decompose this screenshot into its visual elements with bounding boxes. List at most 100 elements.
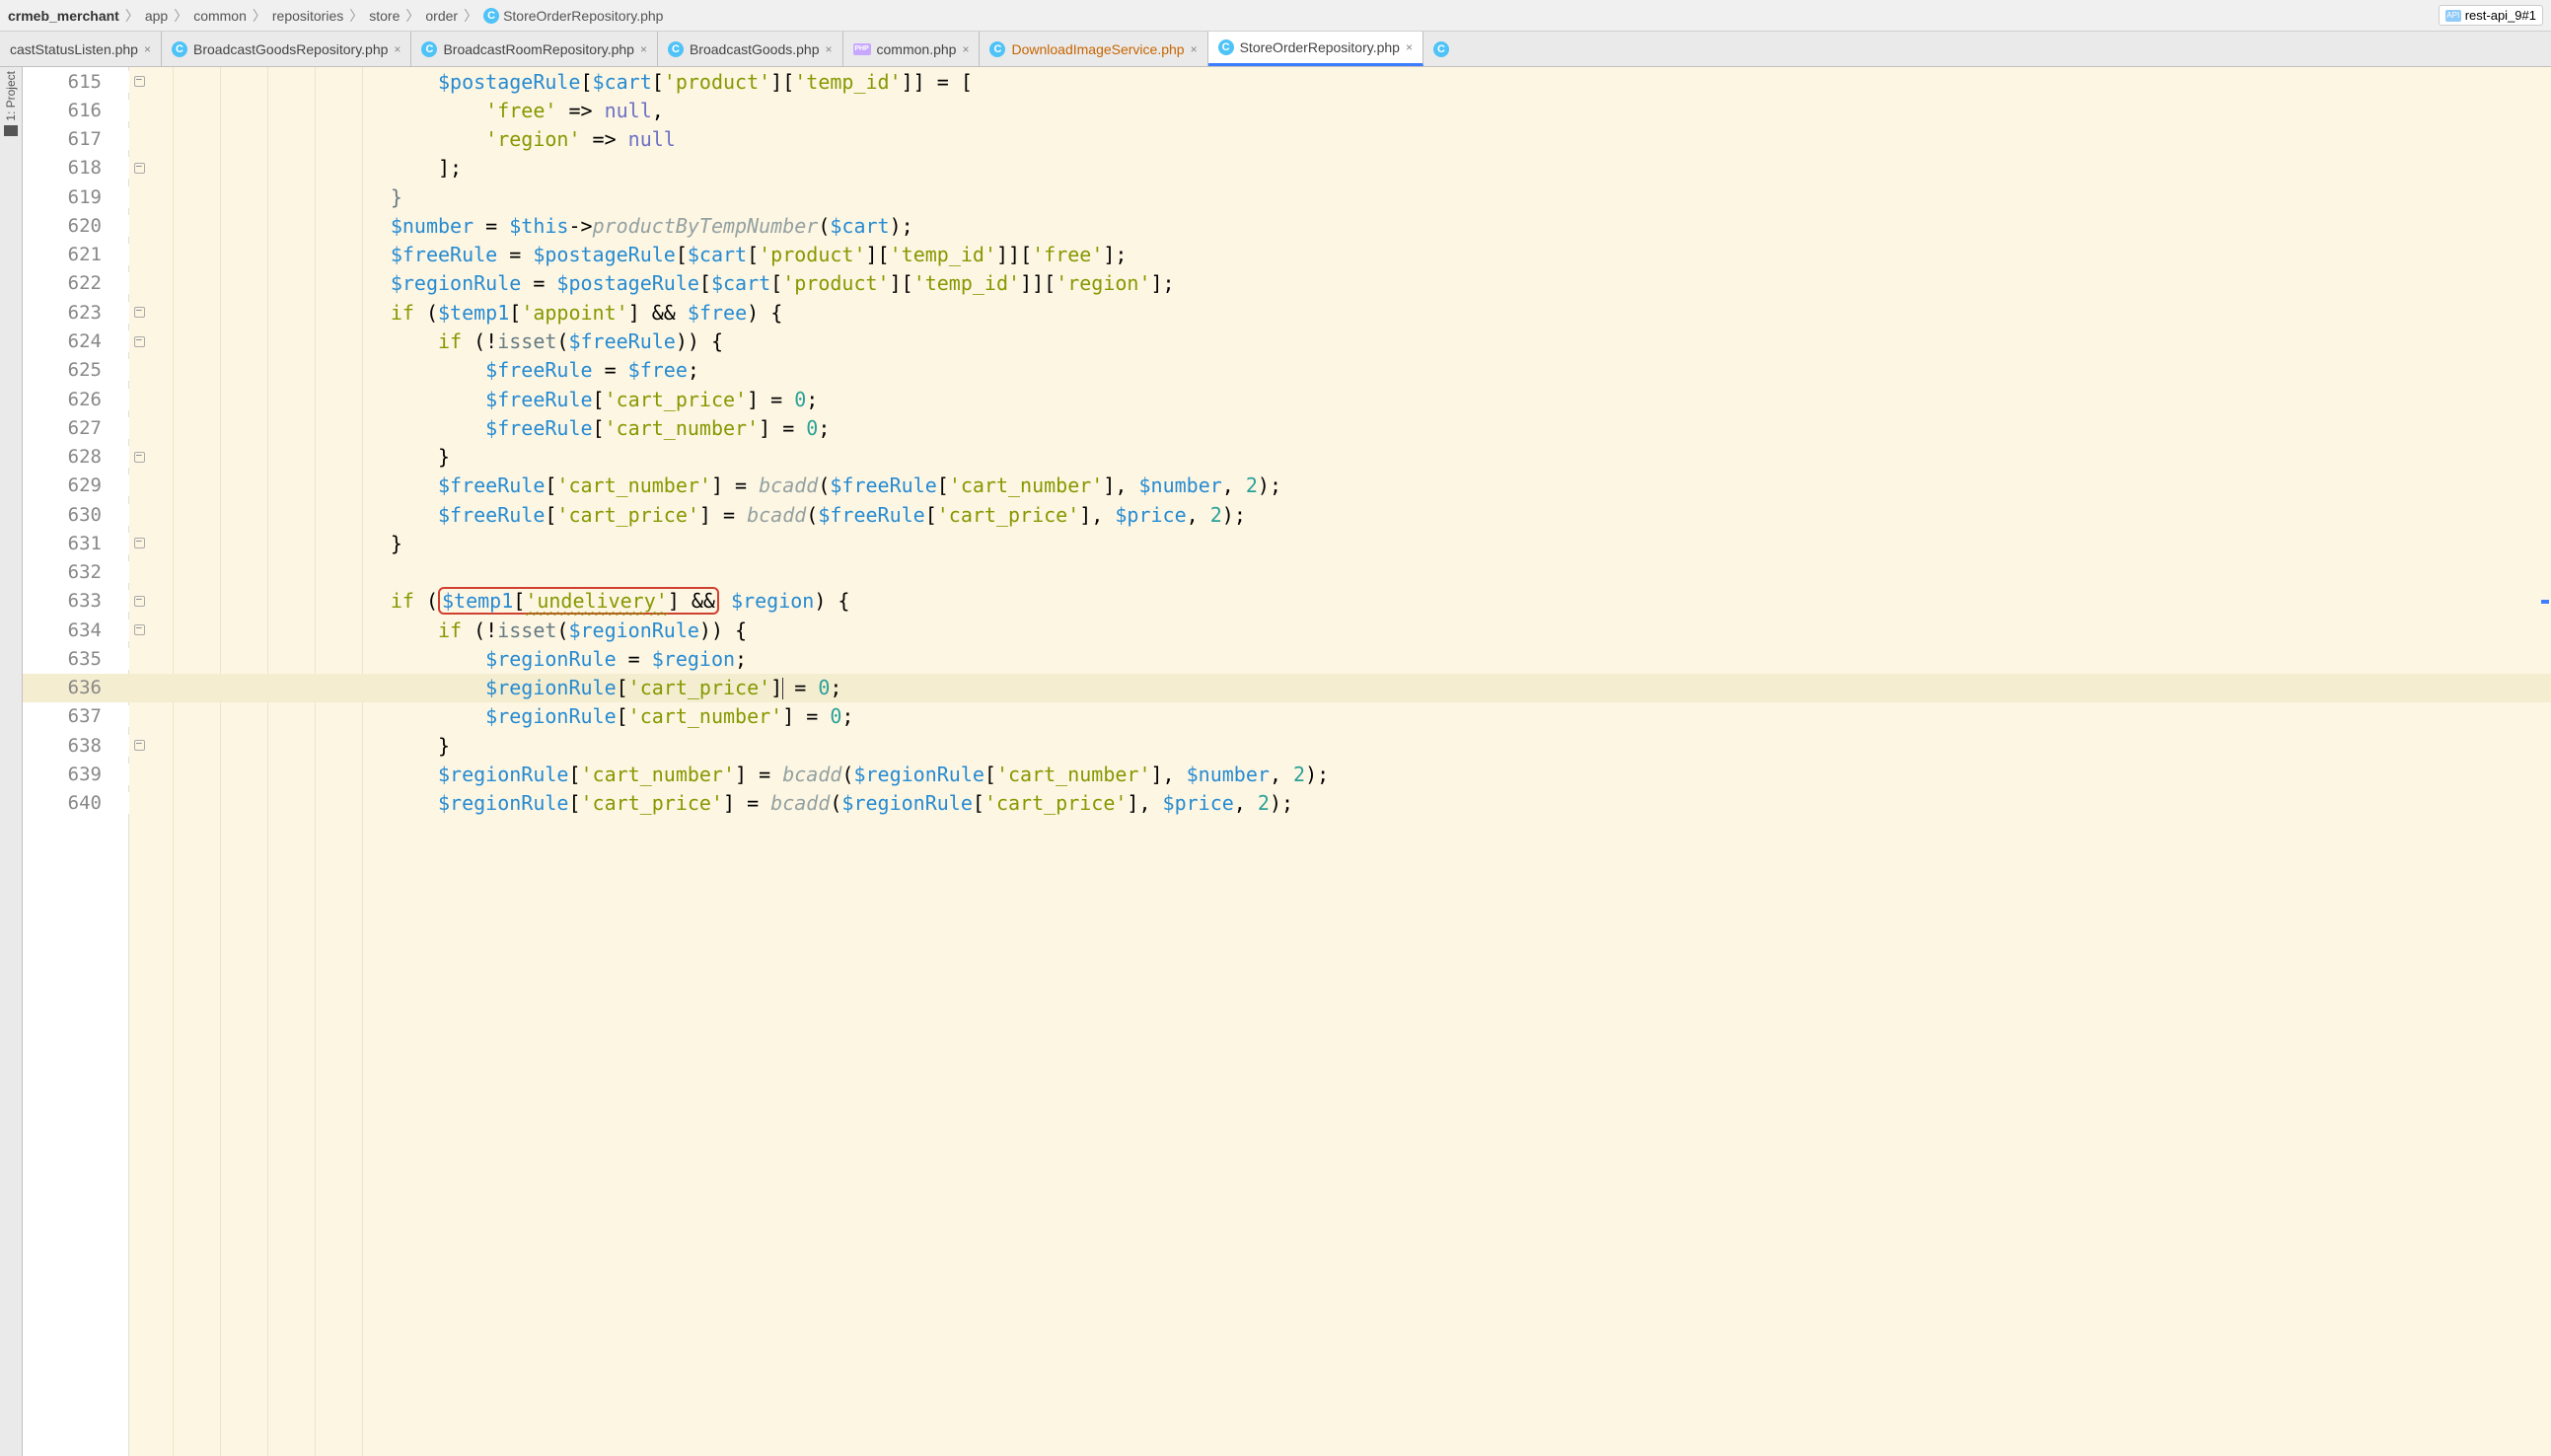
code-text[interactable]: if (!isset($freeRule)) { — [149, 329, 723, 353]
line-number[interactable]: 637 — [23, 705, 129, 727]
line-number[interactable]: 629 — [23, 474, 129, 496]
fold-gutter[interactable] — [129, 624, 149, 635]
fold-toggle-icon[interactable] — [134, 76, 145, 87]
code-text[interactable]: $regionRule = $region; — [149, 647, 747, 671]
code-line[interactable]: 617 'region' => null — [23, 125, 2551, 154]
code-text[interactable]: 'region' => null — [149, 127, 676, 151]
fold-gutter[interactable] — [129, 538, 149, 548]
close-icon[interactable]: × — [394, 42, 401, 56]
fold-toggle-icon[interactable] — [134, 596, 145, 607]
code-text[interactable]: if ($temp1['appoint'] && $free) { — [149, 301, 782, 325]
fold-toggle-icon[interactable] — [134, 624, 145, 635]
code-text[interactable]: $regionRule['cart_price'] = bcadd($regio… — [149, 791, 1293, 815]
code-text[interactable]: $freeRule['cart_price'] = bcadd($freeRul… — [149, 503, 1246, 527]
close-icon[interactable]: × — [640, 42, 647, 56]
editor-tab[interactable]: CBroadcastGoods.php× — [658, 32, 843, 66]
editor-tab[interactable]: CBroadcastGoodsRepository.php× — [162, 32, 411, 66]
code-text[interactable]: } — [149, 734, 450, 758]
code-line[interactable]: 635 $regionRule = $region; — [23, 644, 2551, 673]
crumb-file[interactable]: C StoreOrderRepository.php — [483, 8, 663, 24]
close-icon[interactable]: × — [962, 42, 969, 56]
close-icon[interactable]: × — [1191, 42, 1198, 56]
crumb[interactable]: common — [193, 8, 247, 24]
code-line[interactable]: 637 $regionRule['cart_number'] = 0; — [23, 702, 2551, 731]
fold-toggle-icon[interactable] — [134, 452, 145, 463]
code-text[interactable]: } — [149, 185, 402, 209]
editor-tab[interactable]: CStoreOrderRepository.php× — [1208, 32, 1423, 66]
code-lines[interactable]: 615 $postageRule[$cart['product']['temp_… — [23, 67, 2551, 818]
code-text[interactable]: } — [149, 445, 450, 469]
code-line[interactable]: 628 } — [23, 442, 2551, 471]
line-number[interactable]: 639 — [23, 764, 129, 785]
code-line[interactable]: 615 $postageRule[$cart['product']['temp_… — [23, 67, 2551, 96]
line-number[interactable]: 615 — [23, 71, 129, 93]
breadcrumb[interactable]: crmeb_merchant 〉 app 〉 common 〉 reposito… — [8, 6, 663, 26]
code-line[interactable]: 629 $freeRule['cart_number'] = bcadd($fr… — [23, 472, 2551, 500]
fold-gutter[interactable] — [129, 452, 149, 463]
line-number[interactable]: 640 — [23, 792, 129, 814]
close-icon[interactable]: × — [144, 42, 151, 56]
code-text[interactable]: $regionRule = $postageRule[$cart['produc… — [149, 271, 1175, 295]
code-text[interactable]: $freeRule = $postageRule[$cart['product'… — [149, 243, 1127, 266]
code-text[interactable]: $regionRule['cart_number'] = bcadd($regi… — [149, 763, 1329, 786]
line-number[interactable]: 625 — [23, 359, 129, 381]
code-text[interactable]: 'free' => null, — [149, 99, 664, 122]
line-number[interactable]: 621 — [23, 244, 129, 265]
crumb[interactable]: order — [425, 8, 458, 24]
code-line[interactable]: 634 if (!isset($regionRule)) { — [23, 616, 2551, 644]
code-text[interactable]: $regionRule['cart_number'] = 0; — [149, 704, 853, 728]
code-text[interactable]: $freeRule['cart_number'] = 0; — [149, 416, 830, 440]
code-line[interactable]: 620 $number = $this->productByTempNumber… — [23, 211, 2551, 240]
code-text[interactable]: $freeRule['cart_price'] = 0; — [149, 388, 818, 411]
code-line[interactable]: 621 $freeRule = $postageRule[$cart['prod… — [23, 241, 2551, 269]
code-text[interactable]: $freeRule = $free; — [149, 358, 699, 382]
code-text[interactable]: $regionRule['cart_price'] = 0; — [149, 676, 841, 700]
line-number[interactable]: 630 — [23, 504, 129, 526]
code-line[interactable]: 636 $regionRule['cart_price'] = 0; — [23, 674, 2551, 702]
code-line[interactable]: 618 ]; — [23, 154, 2551, 182]
line-number[interactable]: 634 — [23, 619, 129, 641]
line-number[interactable]: 619 — [23, 186, 129, 208]
line-number[interactable]: 631 — [23, 533, 129, 554]
line-number[interactable]: 617 — [23, 128, 129, 150]
crumb[interactable]: app — [145, 8, 168, 24]
fold-gutter[interactable] — [129, 596, 149, 607]
line-number[interactable]: 638 — [23, 735, 129, 757]
crumb[interactable]: repositories — [272, 8, 343, 24]
line-number[interactable]: 623 — [23, 302, 129, 324]
code-line[interactable]: 633 if ($temp1['undelivery'] && $region)… — [23, 587, 2551, 616]
crumb[interactable]: store — [369, 8, 400, 24]
close-icon[interactable]: × — [826, 42, 833, 56]
fold-gutter[interactable] — [129, 740, 149, 751]
line-number[interactable]: 632 — [23, 561, 129, 583]
code-line[interactable]: 624 if (!isset($freeRule)) { — [23, 327, 2551, 355]
fold-toggle-icon[interactable] — [134, 538, 145, 548]
code-text[interactable]: $freeRule['cart_number'] = bcadd($freeRu… — [149, 473, 1281, 497]
line-number[interactable]: 622 — [23, 272, 129, 294]
fold-gutter[interactable] — [129, 76, 149, 87]
code-line[interactable]: 630 $freeRule['cart_price'] = bcadd($fre… — [23, 500, 2551, 529]
code-text[interactable]: if (!isset($regionRule)) { — [149, 619, 747, 642]
fold-gutter[interactable] — [129, 336, 149, 347]
fold-toggle-icon[interactable] — [134, 740, 145, 751]
code-line[interactable]: 631 } — [23, 529, 2551, 557]
line-number[interactable]: 633 — [23, 590, 129, 612]
code-text[interactable]: $number = $this->productByTempNumber($ca… — [149, 214, 913, 238]
code-line[interactable]: 622 $regionRule = $postageRule[$cart['pr… — [23, 269, 2551, 298]
fold-toggle-icon[interactable] — [134, 307, 145, 318]
fold-gutter[interactable] — [129, 163, 149, 174]
code-line[interactable]: 626 $freeRule['cart_price'] = 0; — [23, 385, 2551, 413]
line-number[interactable]: 620 — [23, 215, 129, 237]
code-line[interactable]: 638 } — [23, 731, 2551, 760]
close-icon[interactable]: × — [1406, 40, 1413, 54]
tabs-overflow[interactable]: C — [1423, 32, 1459, 66]
line-number[interactable]: 636 — [23, 677, 129, 698]
line-number[interactable]: 616 — [23, 100, 129, 121]
fold-gutter[interactable] — [129, 307, 149, 318]
editor-tab[interactable]: CBroadcastRoomRepository.php× — [411, 32, 658, 66]
editor-tab[interactable]: PHPcommon.php× — [843, 32, 981, 66]
code-text[interactable]: } — [149, 532, 402, 555]
code-line[interactable]: 616 'free' => null, — [23, 96, 2551, 124]
code-text[interactable]: $postageRule[$cart['product']['temp_id']… — [149, 70, 973, 94]
line-number[interactable]: 626 — [23, 389, 129, 410]
